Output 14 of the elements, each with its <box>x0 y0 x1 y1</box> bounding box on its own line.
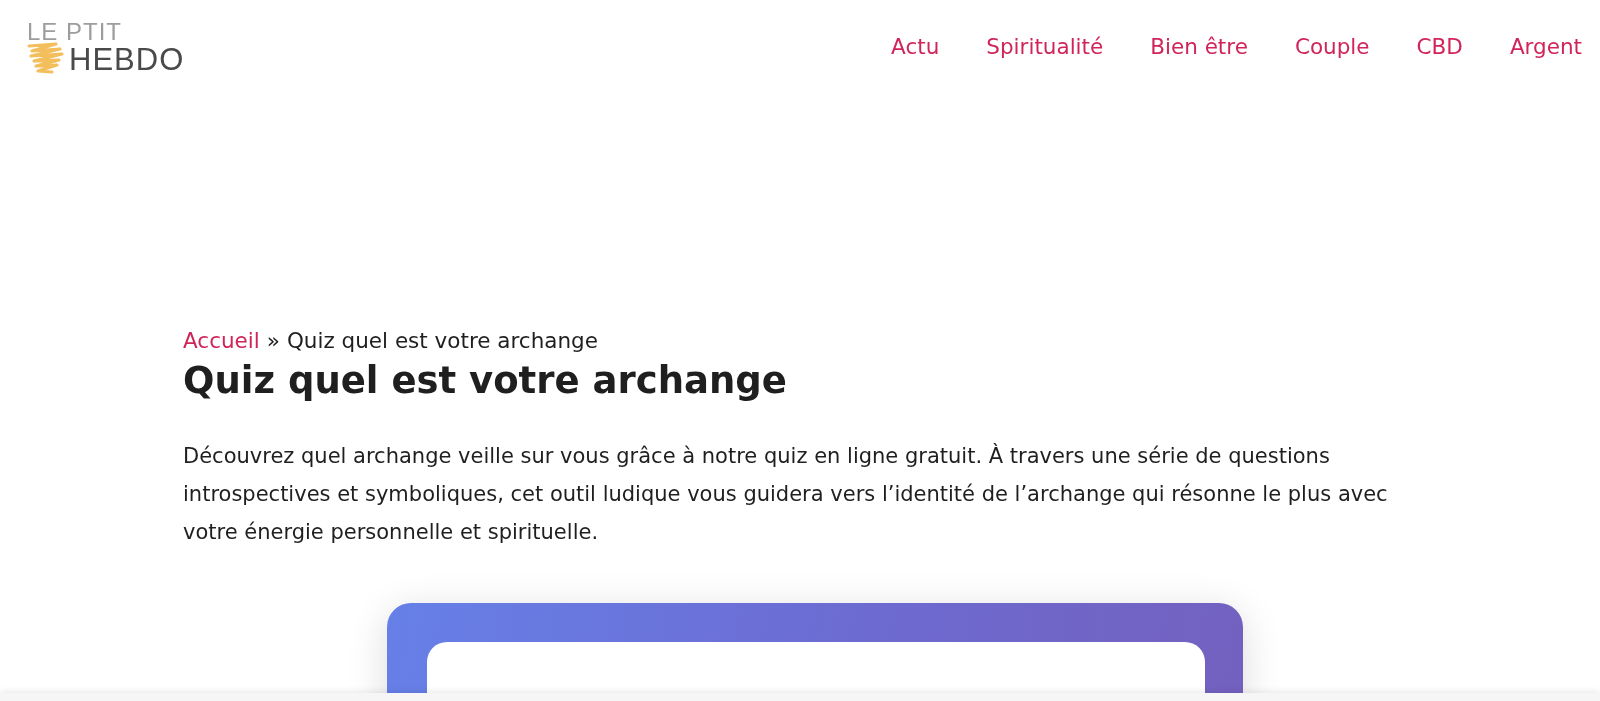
breadcrumb-link[interactable]: Accueil <box>183 328 260 353</box>
logo-wordmark-top[interactable]: LE PTIT <box>26 20 185 44</box>
nav-link[interactable]: Couple <box>1294 34 1370 59</box>
breadcrumb-separator: » <box>266 328 280 353</box>
nav-link[interactable]: CBD <box>1416 34 1463 59</box>
logo-wordmark-bottom[interactable]: HEBDO <box>69 43 185 75</box>
nav-link[interactable]: Argent <box>1509 34 1582 59</box>
scribble-icon <box>26 42 66 76</box>
intro-paragraph: Découvrez quel archange veille sur vous grâce à notre quiz en ligne gratuit. À travers une série de questions introspectives et symboliques, cet outil ludique vous guidera vers l’identité de l’archange qui résonne le plus avec votre énergie personnelle et spirituelle. <box>183 442 1389 546</box>
nav-link[interactable]: Bien être <box>1150 34 1248 59</box>
nav-link[interactable]: Spiritualité <box>986 34 1104 59</box>
page-title: Quiz quel est votre archange <box>183 358 787 404</box>
breadcrumb-current: Quiz quel est votre archange <box>286 328 598 353</box>
nav-link[interactable]: Actu <box>891 34 940 59</box>
